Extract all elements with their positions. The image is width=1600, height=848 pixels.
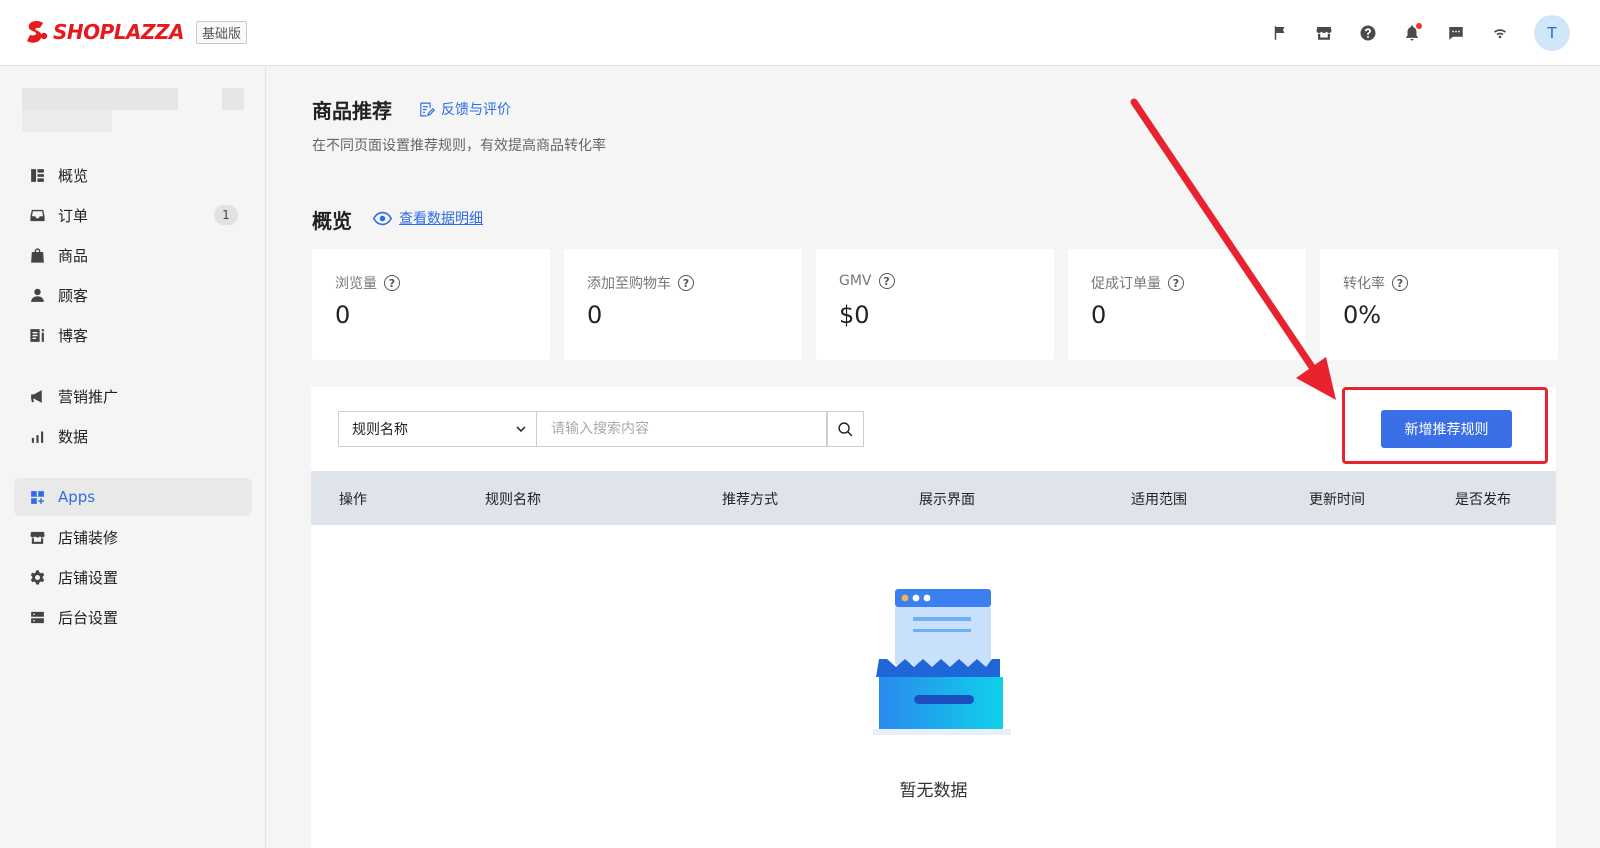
logo[interactable]: SHOPLAZZA 基础版: [26, 20, 248, 44]
column-header: 操作: [339, 492, 367, 508]
sidebar-item-overview[interactable]: 概览: [14, 156, 252, 194]
overview-title: 概览: [312, 209, 352, 233]
sidebar-item-label: 数据: [58, 427, 89, 446]
column-header: 更新时间: [1309, 492, 1365, 508]
filter-field-select[interactable]: 规则名称: [338, 411, 537, 447]
sidebar-item-label: 概览: [58, 166, 89, 185]
person-icon: [28, 286, 46, 304]
stat-value: 0: [587, 301, 603, 329]
avatar[interactable]: T: [1534, 15, 1570, 51]
stat-label: 促成订单量: [1091, 276, 1161, 292]
store-icon[interactable]: [1302, 15, 1346, 51]
question-icon[interactable]: ?: [1168, 275, 1184, 291]
bar-chart-icon: [28, 427, 46, 445]
search-icon: [838, 421, 853, 436]
column-header: 适用范围: [1131, 492, 1187, 508]
question-icon[interactable]: ?: [384, 275, 400, 291]
apps-icon: [28, 488, 46, 506]
table-header: 操作 规则名称 推荐方式 展示界面 适用范围 更新时间 是否发布: [311, 471, 1556, 525]
question-icon[interactable]: ?: [678, 275, 694, 291]
stat-card-orders: 促成订单量? 0: [1068, 249, 1306, 360]
store-name-redacted: [22, 88, 248, 136]
page-title: 商品推荐: [312, 99, 392, 123]
stat-label: 转化率: [1343, 276, 1385, 292]
sidebar-item-label: 店铺装修: [58, 528, 119, 547]
stat-label: 浏览量: [335, 276, 377, 292]
column-header: 是否发布: [1455, 492, 1511, 508]
stat-label: GMV: [839, 273, 872, 289]
order-count-badge: 1: [214, 205, 238, 225]
view-detail-link[interactable]: 查看数据明细: [373, 208, 483, 228]
gear-icon: [28, 568, 46, 586]
sidebar-item-admin-settings[interactable]: 后台设置: [14, 598, 252, 636]
question-icon[interactable]: ?: [878, 273, 895, 289]
sidebar-item-label: Apps: [58, 488, 96, 506]
sidebar-item-products[interactable]: 商品: [14, 236, 252, 274]
edit-note-icon: [420, 102, 435, 116]
stat-value: $0: [839, 301, 870, 329]
view-detail-label: 查看数据明细: [399, 211, 483, 227]
brand-name: SHOPLAZZA: [53, 20, 185, 44]
message-icon[interactable]: [1434, 15, 1478, 51]
empty-box-icon: [873, 589, 1011, 735]
sidebar-item-marketing[interactable]: 营销推广: [14, 377, 252, 415]
storefront-icon: [28, 528, 46, 546]
server-icon: [28, 608, 46, 626]
shoplazza-logo-icon: [27, 21, 48, 43]
sidebar-item-label: 博客: [58, 326, 89, 345]
notification-dot: [1416, 23, 1422, 29]
sidebar-item-label: 后台设置: [58, 608, 119, 627]
sidebar-item-label: 营销推广: [58, 387, 119, 406]
search-button[interactable]: [827, 411, 864, 447]
sidebar-item-label: 订单: [58, 206, 89, 225]
help-icon[interactable]: [1346, 15, 1390, 51]
search-input[interactable]: [537, 411, 827, 447]
sidebar-item-label: 商品: [58, 246, 89, 265]
sidebar: 概览 订单 1 商品 顾客 博客 营销推广 数据 Apps 店铺装修 店铺设置 …: [0, 66, 266, 848]
flag-icon[interactable]: [1258, 15, 1302, 51]
rules-panel: 规则名称 新增推荐规则 操作 规则名称 推荐方式 展示界面 适用范围 更新时间 …: [311, 387, 1556, 848]
stat-card-views: 浏览量? 0: [312, 249, 550, 360]
stat-card-conversion: 转化率? 0%: [1320, 249, 1558, 360]
sidebar-item-label: 店铺设置: [58, 568, 119, 587]
eye-icon: [373, 211, 392, 225]
stat-card-add-to-cart: 添加至购物车? 0: [564, 249, 802, 360]
chevron-down-icon: [516, 426, 526, 433]
filter-selected-value: 规则名称: [352, 422, 408, 438]
megaphone-icon: [28, 387, 46, 405]
column-header: 展示界面: [919, 492, 975, 508]
dashboard-icon: [28, 166, 46, 184]
sidebar-item-label: 顾客: [58, 286, 89, 305]
stat-value: 0: [335, 301, 351, 329]
feedback-link[interactable]: 反馈与评价: [418, 99, 511, 119]
sidebar-item-analytics[interactable]: 数据: [14, 417, 252, 455]
sidebar-item-store-settings[interactable]: 店铺设置: [14, 558, 252, 596]
add-rule-button[interactable]: 新增推荐规则: [1381, 410, 1512, 448]
bag-icon: [28, 246, 46, 264]
stat-card-gmv: GMV? $0: [816, 249, 1054, 360]
stat-value: 0: [1091, 301, 1107, 329]
feedback-link-label: 反馈与评价: [441, 102, 511, 118]
blog-icon: [28, 326, 46, 344]
column-header: 规则名称: [485, 492, 541, 508]
question-icon[interactable]: ?: [1392, 275, 1408, 291]
sidebar-item-orders[interactable]: 订单 1: [14, 196, 252, 234]
sidebar-item-store-design[interactable]: 店铺装修: [14, 518, 252, 556]
top-header: SHOPLAZZA 基础版 T: [0, 0, 1600, 66]
empty-state-text: 暂无数据: [899, 781, 968, 801]
wifi-icon[interactable]: [1478, 15, 1522, 51]
sidebar-item-apps[interactable]: Apps: [14, 478, 252, 516]
page-description: 在不同页面设置推荐规则，有效提高商品转化率: [312, 138, 606, 154]
inbox-icon: [28, 206, 46, 224]
bell-icon[interactable]: [1390, 15, 1434, 51]
sidebar-item-customers[interactable]: 顾客: [14, 276, 252, 314]
header-actions: T: [1258, 15, 1570, 51]
stat-label: 添加至购物车: [587, 276, 671, 292]
sidebar-item-blog[interactable]: 博客: [14, 316, 252, 354]
stat-value: 0%: [1343, 301, 1382, 329]
column-header: 推荐方式: [722, 492, 778, 508]
plan-badge: 基础版: [196, 20, 248, 44]
